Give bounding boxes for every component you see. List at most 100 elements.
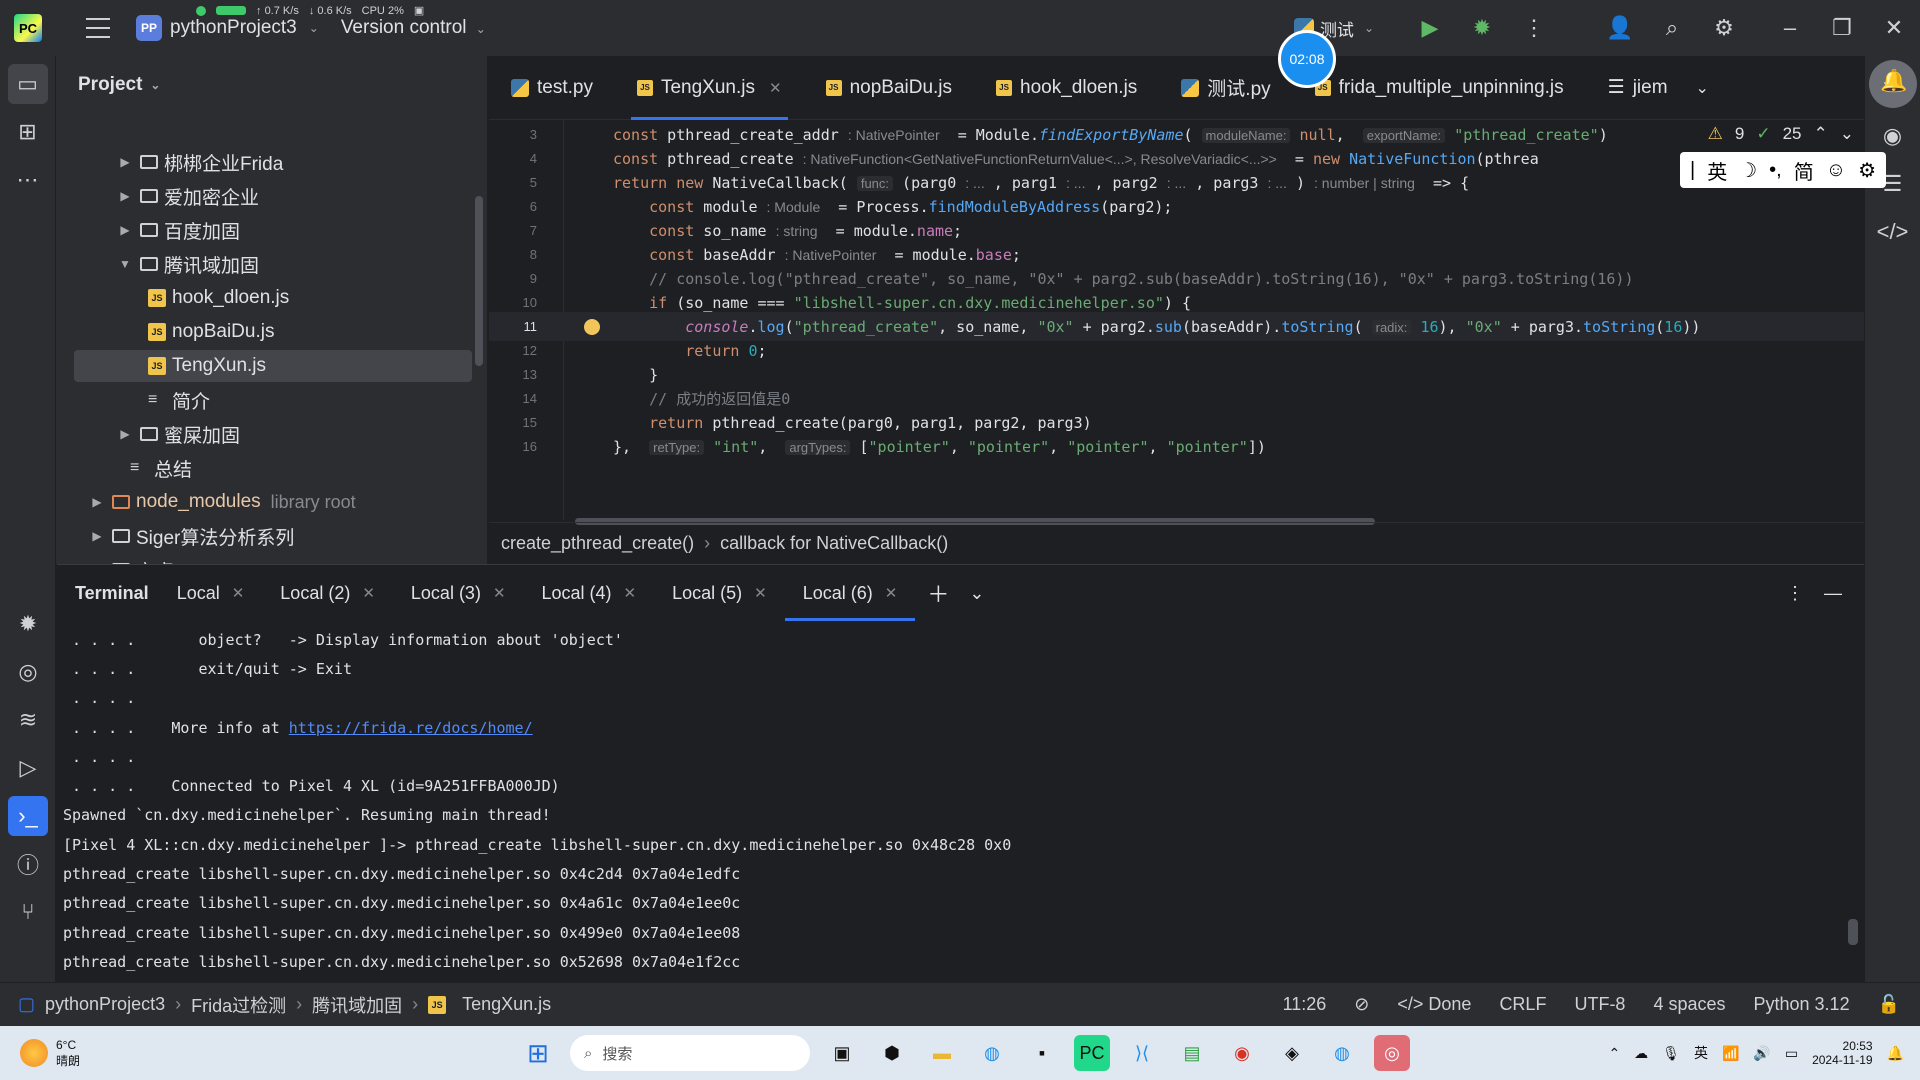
chevron-up-icon[interactable]: ⌃ — [1814, 124, 1828, 144]
terminal-tab[interactable]: Local (5) ✕ — [654, 565, 785, 621]
notifications-bell-icon[interactable]: 🔔 — [1880, 68, 1907, 94]
code-with-me-icon[interactable]: </> — [1873, 212, 1913, 252]
tree-item[interactable]: ▶ 百度加固 — [56, 214, 472, 246]
editor-tab[interactable]: JS nopBaiDu.js — [804, 56, 974, 120]
terminal-scrollbar[interactable] — [1848, 919, 1858, 945]
terminal-app-icon[interactable]: ▪ — [1024, 1035, 1060, 1071]
code-line[interactable]: 16}, retType: "int", argTypes: ["pointer… — [489, 432, 1864, 461]
tree-scrollbar[interactable] — [475, 196, 483, 366]
git-branch-icon[interactable]: ⑂ — [8, 892, 48, 932]
main-menu-icon[interactable] — [86, 18, 110, 38]
add-user-icon[interactable]: 👤 — [1600, 8, 1640, 48]
terminal-tab[interactable]: Local ✕ — [159, 565, 263, 621]
code-view[interactable]: 3 const pthread_create_addr : NativePoint… — [489, 120, 1864, 520]
indent-setting[interactable]: 4 spaces — [1653, 994, 1725, 1015]
chevron-up-icon[interactable]: ⌃ — [1608, 1045, 1620, 1062]
microphone-icon[interactable]: 🎙 — [1662, 1045, 1680, 1062]
chevron-down-icon[interactable]: ⌄ — [1840, 124, 1854, 144]
close-tab-icon[interactable]: ✕ — [885, 584, 898, 602]
close-tab-icon[interactable]: ✕ — [362, 584, 375, 602]
editor-tab[interactable]: test.py — [489, 56, 615, 120]
wifi-icon[interactable]: 📶 — [1722, 1045, 1739, 1062]
expand-arrow-icon[interactable]: ▶ — [88, 529, 106, 543]
ime-toolbar[interactable]: | 英 ☽ •, 简 ☺ ⚙ — [1680, 152, 1887, 188]
terminal-icon[interactable]: ›_ — [8, 796, 48, 836]
python-console-icon[interactable]: ◎ — [8, 652, 48, 692]
inspection-widget[interactable]: ⚠ 9 ✓ 25 ⌃ ⌄ — [1708, 124, 1854, 144]
windows-start-icon[interactable]: ⊞ — [520, 1035, 556, 1071]
lock-icon[interactable]: 🔓 — [1878, 994, 1900, 1015]
expand-arrow-icon[interactable]: ▶ — [116, 155, 134, 169]
file-encoding[interactable]: UTF-8 — [1574, 994, 1625, 1015]
structure-icon[interactable]: ⊞ — [8, 112, 48, 152]
caret-position[interactable]: 11:26 — [1283, 994, 1327, 1015]
editor-tab[interactable]: ☰ jiem — [1586, 56, 1690, 120]
tree-item[interactable]: ▶ 蜜屎加固 — [56, 418, 472, 450]
close-icon[interactable]: ✕ — [1874, 8, 1914, 48]
debug-icon[interactable]: ✹ — [1462, 8, 1502, 48]
editor-tab[interactable]: JS frida_multiple_unpinning.js — [1293, 56, 1586, 120]
weather-widget[interactable]: 6°C 晴朗 — [20, 1038, 80, 1069]
close-tab-icon[interactable]: ✕ — [232, 584, 245, 602]
close-tab-icon[interactable]: ✕ — [624, 584, 637, 602]
status-crumb[interactable]: TengXun.js — [462, 994, 551, 1015]
recording-timer[interactable]: 02:08 — [1278, 30, 1336, 88]
tree-item[interactable]: ≡ 总结 — [56, 452, 472, 484]
terminal-tab[interactable]: Local (4) ✕ — [524, 565, 655, 621]
close-tab-icon[interactable]: ✕ — [769, 79, 782, 97]
status-crumb[interactable]: 腾讯域加固 — [312, 992, 402, 1018]
project-switcher[interactable]: PP pythonProject3 ⌄ — [136, 15, 319, 41]
punctuation-icon[interactable]: •, — [1769, 159, 1782, 182]
editor-tab[interactable]: 测试.py — [1159, 56, 1292, 120]
expand-arrow-icon[interactable]: ▶ — [88, 495, 106, 509]
edge-browser-icon[interactable]: ◍ — [974, 1035, 1010, 1071]
tree-item[interactable]: ▶ 爱加密企业 — [56, 180, 472, 212]
more-tools-icon[interactable]: ⋯ — [8, 160, 48, 200]
expand-arrow-icon[interactable]: ▼ — [116, 257, 134, 271]
editor-tab[interactable]: JS hook_dloen.js — [974, 56, 1159, 120]
run-icon[interactable]: ▶ — [1410, 8, 1450, 48]
docs-link[interactable]: https://frida.re/docs/home/ — [289, 719, 533, 737]
screenshot-icon[interactable]: ▣ — [414, 4, 424, 17]
no-ai-icon[interactable]: ⊘ — [1354, 994, 1369, 1015]
edge-dev-icon[interactable]: ◍ — [1324, 1035, 1360, 1071]
breadcrumb-callback[interactable]: callback for NativeCallback() — [720, 533, 948, 554]
task-view-icon[interactable]: ▣ — [824, 1035, 860, 1071]
expand-arrow-icon[interactable]: ▶ — [116, 189, 134, 203]
emoji-icon[interactable]: ☺ — [1826, 159, 1846, 182]
volume-icon[interactable]: 🔊 — [1753, 1045, 1770, 1062]
terminal-tab[interactable]: Local (3) ✕ — [393, 565, 524, 621]
close-tab-icon[interactable]: ✕ — [493, 584, 506, 602]
breadcrumb-function[interactable]: create_pthread_create() — [501, 533, 694, 554]
services-icon[interactable]: ▷ — [8, 748, 48, 788]
hide-panel-icon[interactable]: — — [1824, 583, 1842, 604]
line-separator[interactable]: CRLF — [1499, 994, 1546, 1015]
moon-icon[interactable]: ☽ — [1739, 158, 1757, 183]
pycharm-logo-icon[interactable]: PC — [14, 14, 42, 42]
search-icon[interactable]: ⌕ — [1652, 8, 1692, 48]
add-tab-icon[interactable]: ＋ — [927, 577, 949, 609]
tree-item[interactable]: JS nopBaiDu.js — [56, 316, 472, 348]
expand-arrow-icon[interactable]: ▶ — [116, 223, 134, 237]
tree-item[interactable]: JS hook_dloen.js — [56, 282, 472, 314]
chevron-down-icon[interactable]: ⌄ — [969, 583, 984, 604]
editor-tab[interactable]: JS TengXun.js ✕ — [615, 56, 804, 120]
system-clock[interactable]: 20:53 2024-11-19 — [1812, 1039, 1873, 1067]
close-tab-icon[interactable]: ✕ — [754, 584, 767, 602]
restore-icon[interactable]: ❐ — [1822, 8, 1862, 48]
project-panel-header[interactable]: Project ⌄ — [56, 56, 487, 114]
settings-gear-icon[interactable]: ⚙ — [1704, 8, 1744, 48]
cloud-icon[interactable]: ☁ — [1634, 1045, 1648, 1062]
app-cube-icon[interactable]: ⬢ — [874, 1035, 910, 1071]
expand-arrow-icon[interactable]: ▶ — [116, 427, 134, 441]
project-folder-icon[interactable]: ▭ — [7, 64, 48, 104]
tree-item[interactable]: ▶ node_modules library root — [56, 486, 472, 518]
terminal-options-icon[interactable]: ⋮ — [1786, 583, 1804, 604]
vscode-icon[interactable]: ⟩⟨ — [1124, 1035, 1160, 1071]
pycharm-app-icon[interactable]: PC — [1074, 1035, 1110, 1071]
app-misc-icon[interactable]: ◈ — [1274, 1035, 1310, 1071]
intention-bulb-icon[interactable] — [584, 318, 600, 335]
python-interpreter[interactable]: Python 3.12 — [1754, 994, 1850, 1015]
chrome-icon[interactable]: ◉ — [1224, 1035, 1260, 1071]
tree-item[interactable]: ▶ 梆梆企业Frida — [56, 146, 472, 178]
